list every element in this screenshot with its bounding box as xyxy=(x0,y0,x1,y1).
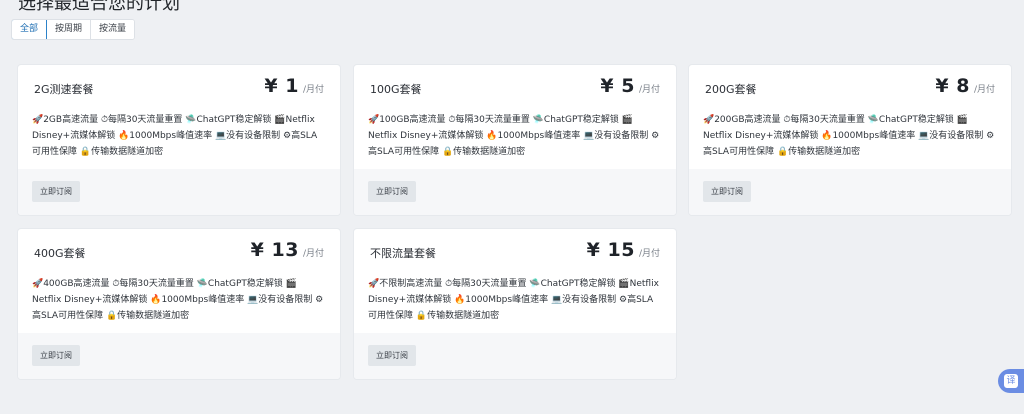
translate-icon: 译 xyxy=(1004,374,1018,388)
plan-price: ¥ 5 /月付 xyxy=(600,75,660,97)
plan-price: ¥ 8 /月付 xyxy=(935,75,995,97)
plan-description: 🚀200GB高速流量 ⏱每隔30天流量重置 🛸ChatGPT稳定解锁 🎬Netf… xyxy=(703,115,995,157)
translate-button[interactable]: 译 xyxy=(998,369,1024,393)
plan-price-unit: /月付 xyxy=(638,249,660,259)
plan-price-unit: /月付 xyxy=(302,85,324,95)
plan-price-value: ¥ 5 xyxy=(600,75,635,97)
plan-card-body: 400G套餐 ¥ 13 /月付 🚀400GB高速流量 ⏱每隔30天流量重置 🛸C… xyxy=(18,229,340,333)
plan-description: 🚀100GB高速流量 ⏱每隔30天流量重置 🛸ChatGPT稳定解锁 🎬Netf… xyxy=(368,115,660,157)
plan-card-body: 100G套餐 ¥ 5 /月付 🚀100GB高速流量 ⏱每隔30天流量重置 🛸Ch… xyxy=(354,65,676,169)
plan-card: 不限流量套餐 ¥ 15 /月付 🚀不限制高速流量 ⏱每隔30天流量重置 🛸Cha… xyxy=(354,229,676,379)
plan-price-value: ¥ 8 xyxy=(935,75,970,97)
plan-card: 400G套餐 ¥ 13 /月付 🚀400GB高速流量 ⏱每隔30天流量重置 🛸C… xyxy=(18,229,340,379)
plan-name: 2G测速套餐 xyxy=(34,83,94,96)
filter-by-traffic-button[interactable]: 按流量 xyxy=(91,20,135,39)
plan-price-unit: /月付 xyxy=(973,85,995,95)
plan-price: ¥ 13 /月付 xyxy=(251,239,324,261)
plan-card-footer: 立即订阅 xyxy=(18,169,340,215)
plans-page: 选择最适合您的计划 全部 按周期 按流量 2G测速套餐 ¥ 1 /月付 🚀2GB… xyxy=(0,0,1024,414)
plan-card-body: 2G测速套餐 ¥ 1 /月付 🚀2GB高速流量 ⏱每隔30天流量重置 🛸Chat… xyxy=(18,65,340,169)
plan-card-footer: 立即订阅 xyxy=(18,333,340,379)
plan-price-unit: /月付 xyxy=(302,249,324,259)
plan-price-unit: /月付 xyxy=(638,85,660,95)
plan-description: 🚀不限制高速流量 ⏱每隔30天流量重置 🛸ChatGPT稳定解锁 🎬Netfli… xyxy=(368,279,659,321)
plan-card-body: 不限流量套餐 ¥ 15 /月付 🚀不限制高速流量 ⏱每隔30天流量重置 🛸Cha… xyxy=(354,229,676,333)
plan-card: 100G套餐 ¥ 5 /月付 🚀100GB高速流量 ⏱每隔30天流量重置 🛸Ch… xyxy=(354,65,676,215)
plan-description: 🚀2GB高速流量 ⏱每隔30天流量重置 🛸ChatGPT稳定解锁 🎬Netfli… xyxy=(32,115,318,157)
plan-name: 200G套餐 xyxy=(705,83,757,96)
plan-card-footer: 立即订阅 xyxy=(354,169,676,215)
subscribe-button[interactable]: 立即订阅 xyxy=(368,181,416,202)
plan-name: 100G套餐 xyxy=(370,83,422,96)
subscribe-button[interactable]: 立即订阅 xyxy=(368,345,416,366)
plan-card: 200G套餐 ¥ 8 /月付 🚀200GB高速流量 ⏱每隔30天流量重置 🛸Ch… xyxy=(689,65,1011,215)
plan-price-value: ¥ 15 xyxy=(586,239,635,261)
plan-card-body: 200G套餐 ¥ 8 /月付 🚀200GB高速流量 ⏱每隔30天流量重置 🛸Ch… xyxy=(689,65,1011,169)
plan-card-footer: 立即订阅 xyxy=(354,333,676,379)
plan-filter-group: 全部 按周期 按流量 xyxy=(11,19,136,40)
filter-by-period-button[interactable]: 按周期 xyxy=(47,20,92,39)
subscribe-button[interactable]: 立即订阅 xyxy=(32,345,80,366)
plan-price-value: ¥ 13 xyxy=(250,239,299,261)
plan-card-footer: 立即订阅 xyxy=(689,169,1011,215)
plan-description: 🚀400GB高速流量 ⏱每隔30天流量重置 🛸ChatGPT稳定解锁 🎬Netf… xyxy=(32,279,324,321)
plan-card: 2G测速套餐 ¥ 1 /月付 🚀2GB高速流量 ⏱每隔30天流量重置 🛸Chat… xyxy=(18,65,340,215)
page-title: 选择最适合您的计划 xyxy=(18,0,180,14)
filter-all-button[interactable]: 全部 xyxy=(12,20,48,39)
subscribe-button[interactable]: 立即订阅 xyxy=(32,181,80,202)
plan-price: ¥ 1 /月付 xyxy=(264,75,324,97)
subscribe-button[interactable]: 立即订阅 xyxy=(703,181,751,202)
plan-name: 不限流量套餐 xyxy=(370,247,436,260)
plan-price: ¥ 15 /月付 xyxy=(587,239,660,261)
plan-name: 400G套餐 xyxy=(34,247,86,260)
plan-price-value: ¥ 1 xyxy=(264,75,299,97)
